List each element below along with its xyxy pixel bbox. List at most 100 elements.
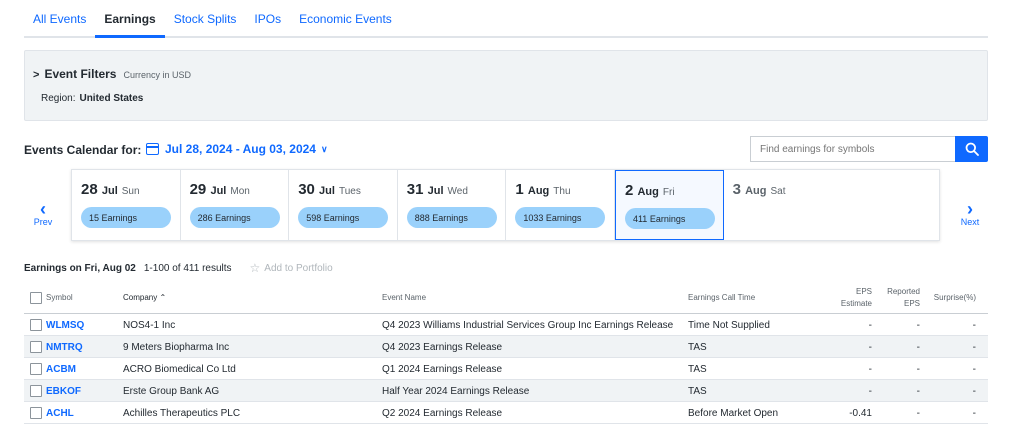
chevron-left-icon: ‹ <box>40 199 46 219</box>
event-name-cell: Half Year 2024 Earnings Release <box>382 386 530 397</box>
reported-eps-cell: - <box>916 364 920 375</box>
header-eps-estimate[interactable]: EPS Estimate <box>824 286 872 310</box>
symbol-link[interactable]: WLMSQ <box>46 320 84 331</box>
company-cell: ACRO Biomedical Co Ltd <box>123 364 236 375</box>
call-time-cell: TAS <box>688 342 707 353</box>
tab-earnings[interactable]: Earnings <box>95 0 165 38</box>
reported-eps-cell: - <box>916 386 920 397</box>
day-date: 1 Aug Thu <box>515 181 571 198</box>
next-label: Next <box>960 217 980 227</box>
reported-eps-cell: - <box>916 320 920 331</box>
tab-ipos[interactable]: IPOs <box>245 0 290 38</box>
earnings-count-badge: 1033 Earnings <box>515 207 606 228</box>
results-count: 1-100 of 411 results <box>143 262 232 274</box>
symbol-search-input[interactable] <box>750 136 955 162</box>
surprise-cell: - <box>972 408 976 419</box>
day-aug-2[interactable]: 2 Aug Fri 411 Earnings <box>614 170 724 240</box>
results-header: Earnings on Fri, Aug 02 1-100 of 411 res… <box>24 261 333 275</box>
surprise-cell: - <box>972 386 976 397</box>
next-week-button[interactable]: › Next <box>955 200 985 227</box>
reported-eps-cell: - <box>916 408 920 419</box>
chevron-right-icon: > <box>33 69 40 81</box>
call-time-cell: Time Not Supplied <box>688 320 770 331</box>
symbol-link[interactable]: NMTRQ <box>46 342 83 353</box>
row-checkbox[interactable] <box>30 319 42 331</box>
day-date: 3 Aug Sat <box>732 181 786 198</box>
header-symbol[interactable]: Symbol <box>46 293 73 302</box>
call-time-cell: TAS <box>688 364 707 375</box>
day-date: 28 Jul Sun <box>81 181 140 198</box>
search-button[interactable] <box>955 136 988 162</box>
eps-estimate-cell: - <box>868 386 872 397</box>
day-jul-30[interactable]: 30 Jul Tues 598 Earnings <box>289 170 398 240</box>
company-cell: Achilles Therapeutics PLC <box>123 408 241 419</box>
company-cell: 9 Meters Biopharma Inc <box>123 342 230 353</box>
day-jul-29[interactable]: 29 Jul Mon 286 Earnings <box>181 170 290 240</box>
row-checkbox[interactable] <box>30 385 42 397</box>
surprise-cell: - <box>972 364 976 375</box>
day-aug-1[interactable]: 1 Aug Thu 1033 Earnings <box>506 170 615 240</box>
region-filter: Region: United States <box>41 93 143 104</box>
prev-week-button[interactable]: ‹ Prev <box>28 199 58 227</box>
tab-bar: All Events Earnings Stock Splits IPOs Ec… <box>24 0 988 38</box>
day-date: 30 Jul Tues <box>298 181 361 198</box>
call-time-cell: TAS <box>688 386 707 397</box>
surprise-cell: - <box>972 320 976 331</box>
region-label: Region: <box>41 93 76 104</box>
day-jul-31[interactable]: 31 Jul Wed 888 Earnings <box>398 170 507 240</box>
table-row: WLMSQ NOS4-1 Inc Q4 2023 Williams Indust… <box>24 314 988 336</box>
prev-label: Prev <box>33 217 53 227</box>
earnings-count-badge: 15 Earnings <box>81 207 171 228</box>
header-company[interactable]: Company ⌃ <box>123 293 166 302</box>
table-row: EBKOF Erste Group Bank AG Half Year 2024… <box>24 380 988 402</box>
header-reported-eps[interactable]: Reported EPS <box>874 286 920 310</box>
day-aug-3[interactable]: 3 Aug Sat <box>724 170 833 240</box>
earnings-count-badge: 411 Earnings <box>624 208 715 229</box>
earnings-table: Symbol Company ⌃ Event Name Earnings Cal… <box>24 282 988 424</box>
region-value: United States <box>79 93 144 104</box>
date-range-picker[interactable]: Jul 28, 2024 - Aug 03, 2024 ∨ <box>146 142 328 156</box>
symbol-link[interactable]: ACHL <box>46 408 74 419</box>
table-header: Symbol Company ⌃ Event Name Earnings Cal… <box>24 282 988 314</box>
table-row: ACBM ACRO Biomedical Co Ltd Q1 2024 Earn… <box>24 358 988 380</box>
header-call-time[interactable]: Earnings Call Time <box>688 293 755 302</box>
add-to-portfolio-label: Add to Portfolio <box>264 262 333 274</box>
add-to-portfolio-button[interactable]: ☆ Add to Portfolio <box>250 261 333 275</box>
row-checkbox[interactable] <box>30 363 42 375</box>
eps-estimate-cell: -0.41 <box>849 408 872 419</box>
earnings-count-badge: 888 Earnings <box>406 207 497 228</box>
date-range-text: Jul 28, 2024 - Aug 03, 2024 <box>165 142 316 156</box>
symbol-link[interactable]: ACBM <box>46 364 76 375</box>
tab-stock-splits[interactable]: Stock Splits <box>165 0 246 38</box>
day-jul-28[interactable]: 28 Jul Sun 15 Earnings <box>72 170 181 240</box>
eps-estimate-cell: - <box>868 342 872 353</box>
day-date: 2 Aug Fri <box>624 182 675 199</box>
header-surprise[interactable]: Surprise(%) <box>924 293 976 302</box>
row-checkbox[interactable] <box>30 407 42 419</box>
row-checkbox[interactable] <box>30 341 42 353</box>
tab-all-events[interactable]: All Events <box>24 0 95 38</box>
event-name-cell: Q1 2024 Earnings Release <box>382 364 503 375</box>
surprise-cell: - <box>972 342 976 353</box>
call-time-cell: Before Market Open <box>688 408 779 419</box>
company-cell: NOS4-1 Inc <box>123 320 176 331</box>
select-all-checkbox[interactable] <box>30 292 42 304</box>
eps-estimate-cell: - <box>868 320 872 331</box>
star-icon: ☆ <box>249 261 261 275</box>
tab-economic-events[interactable]: Economic Events <box>290 0 401 38</box>
earnings-count-badge: 598 Earnings <box>298 207 389 228</box>
chevron-down-icon: ∨ <box>320 143 328 154</box>
day-strip: 28 Jul Sun 15 Earnings 29 Jul Mon 286 Earn… <box>71 169 940 241</box>
search-icon <box>965 142 979 156</box>
calendar-icon <box>146 143 159 155</box>
event-filters-toggle[interactable]: > Event Filters Currency in USD <box>33 67 191 81</box>
earnings-count-badge: 286 Earnings <box>189 207 280 228</box>
event-filters-title: Event Filters <box>44 67 117 81</box>
day-date: 31 Jul Wed <box>406 181 468 198</box>
table-row: NMTRQ 9 Meters Biopharma Inc Q4 2023 Ear… <box>24 336 988 358</box>
sort-ascending-icon: ⌃ <box>159 293 167 302</box>
symbol-link[interactable]: EBKOF <box>46 386 81 397</box>
header-event-name[interactable]: Event Name <box>382 293 426 302</box>
event-name-cell: Q2 2024 Earnings Release <box>382 408 503 419</box>
calendar-label: Events Calendar for: <box>24 143 142 157</box>
